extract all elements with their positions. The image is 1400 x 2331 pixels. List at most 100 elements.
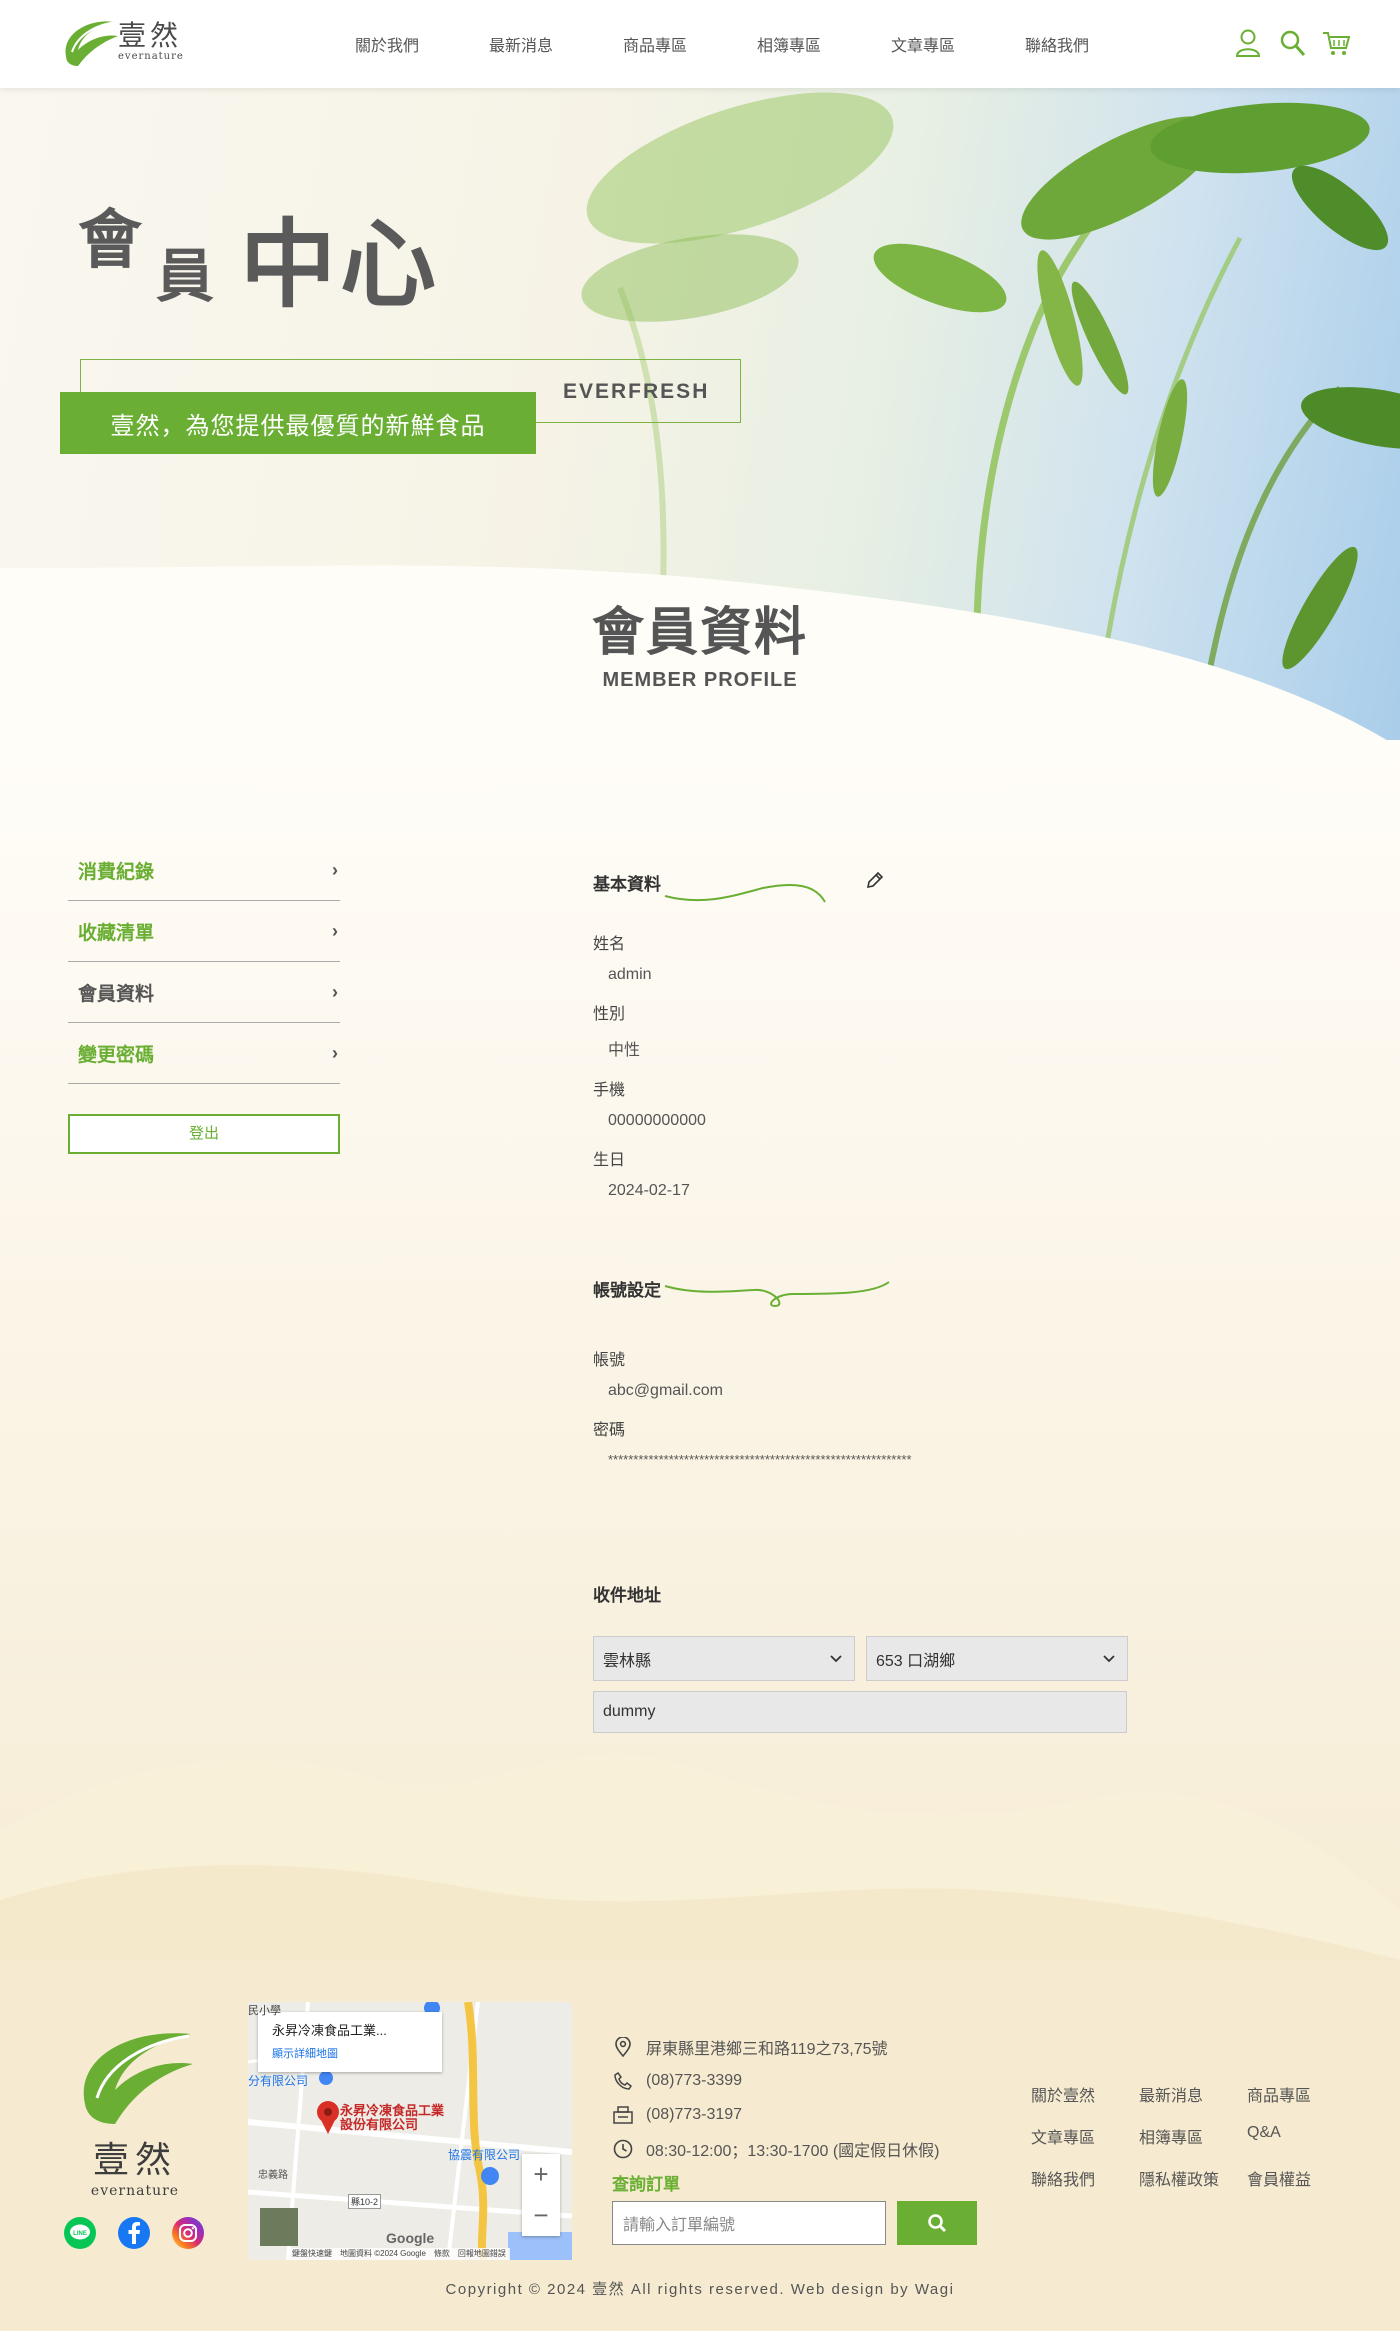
footer-link-articles[interactable]: 文章專區: [1031, 2124, 1139, 2148]
user-icon[interactable]: [1234, 28, 1262, 58]
footer-fax: (08)773-3197: [646, 2106, 743, 2123]
chevron-right-icon: ›: [332, 920, 338, 941]
name-value: admin: [608, 966, 652, 983]
footer-links: 關於壹然 最新消息 商品專區 文章專區 相簿專區 Q&A 聯絡我們 隱私權政策 …: [1031, 2082, 1327, 2190]
county-select[interactable]: 雲林縣: [593, 1636, 855, 1681]
facebook-icon[interactable]: [118, 2217, 150, 2249]
footer-link-album[interactable]: 相簿專區: [1139, 2124, 1247, 2148]
map-pin-label-2: 設份有限公司: [340, 2117, 419, 2133]
leaf-logo-icon: [65, 21, 118, 66]
order-search-button[interactable]: [897, 2201, 977, 2245]
account-heading: 帳號設定: [593, 1281, 661, 1300]
map-pin-label: 永昇冷凍食品工業 設份有限公司: [340, 2103, 445, 2133]
map-popup-link[interactable]: 顯示詳細地圖: [272, 2045, 428, 2061]
sidebar-item-change-password[interactable]: 變更密碼 ›: [68, 1023, 340, 1084]
account-label: 帳號: [593, 1352, 626, 1369]
sidebar-item-label: 收藏清單: [78, 922, 155, 944]
decorative-swirl: [664, 1281, 890, 1308]
footer-link-contact[interactable]: 聯絡我們: [1031, 2166, 1139, 2190]
brand-name-zh: 壹然: [118, 19, 183, 52]
google-map-embed[interactable]: 永昇冷凍食品工業... 顯示詳細地圖 永昇冷凍食品工業 設份有限公司 分有限公司…: [248, 2002, 572, 2260]
map-attribution: 鍵盤快速鍵 地圖資料 ©2024 Google 條款 回報地圖錯誤: [288, 2248, 510, 2260]
footer-link-products[interactable]: 商品專區: [1247, 2082, 1327, 2106]
logout-button[interactable]: 登出: [68, 1114, 340, 1154]
site-footer: 壹然 evernature LINE 永昇冷凍食品工業... 顯示詳細地圖 永昇…: [0, 1960, 1400, 2331]
zoom-out-button[interactable]: −: [522, 2195, 560, 2236]
chevron-right-icon: ›: [332, 859, 338, 880]
search-icon: [928, 2214, 947, 2233]
map-place-label: 協震有限公司: [448, 2148, 521, 2162]
sidebar-item-favorites[interactable]: 收藏清單 ›: [68, 901, 340, 962]
leaf-logo-icon: [83, 2033, 193, 2124]
clock-icon: [612, 2138, 634, 2160]
chevron-right-icon: ›: [332, 981, 338, 1002]
phone-value: 00000000000: [608, 1112, 706, 1129]
birthday-label: 生日: [593, 1152, 626, 1169]
basic-info-heading: 基本資料: [593, 875, 661, 894]
nav-album[interactable]: 相簿專區: [722, 32, 856, 56]
basic-info-header: 基本資料: [593, 840, 1153, 910]
edit-pencil-icon[interactable]: [865, 870, 885, 890]
gender-label: 性別: [593, 1006, 626, 1023]
county-select-value: 雲林縣: [603, 1652, 652, 1670]
fax-icon: [612, 2104, 634, 2126]
copyright-text: Copyright © 2024 壹然 All rights reserved.…: [445, 2281, 955, 2298]
search-icon[interactable]: [1278, 28, 1306, 58]
main-nav: 關於我們 最新消息 商品專區 相簿專區 文章專區 聯絡我們: [320, 0, 1124, 88]
order-lookup-title: 查詢訂單: [612, 2175, 680, 2194]
map-road-label: 縣10-2: [348, 2194, 382, 2209]
order-number-input[interactable]: 請輸入訂單編號: [612, 2201, 886, 2245]
map-place-label: 分有限公司: [248, 2074, 309, 2088]
map-popup-title: 永昇冷凍食品工業...: [272, 2023, 387, 2038]
footer-hours: 08:30-12:00；13:30-1700 (國定假日休假): [646, 2143, 940, 2160]
map-pin-label-1: 永昇冷凍食品工業: [340, 2103, 445, 2118]
nav-products[interactable]: 商品專區: [588, 32, 722, 56]
account-header: 帳號設定: [593, 1276, 1153, 1346]
phone-icon: [612, 2070, 634, 2092]
map-zoom-controls: + −: [522, 2154, 560, 2236]
sidebar-item-label: 會員資料: [78, 983, 155, 1005]
password-label: 密碼: [593, 1422, 626, 1439]
location-pin-icon: [612, 2036, 634, 2058]
district-select-value: 653 口湖鄉: [876, 1652, 956, 1670]
nav-contact[interactable]: 聯絡我們: [990, 32, 1124, 56]
district-select[interactable]: 653 口湖鄉: [866, 1636, 1128, 1681]
section-title-zh: 會員資料: [591, 604, 808, 662]
footer-link-news[interactable]: 最新消息: [1139, 2082, 1247, 2106]
footer-link-qa[interactable]: Q&A: [1247, 2124, 1327, 2148]
footer-address: 屏東縣里港鄉三和路119之73,75號: [646, 2041, 888, 2058]
cart-icon[interactable]: [1322, 28, 1351, 58]
phone-label: 手機: [593, 1082, 626, 1099]
decorative-swirl: [664, 883, 826, 903]
member-sidebar: 消費紀錄 › 收藏清單 › 會員資料 › 變更密碼 › 登出: [68, 840, 340, 1154]
zoom-in-button[interactable]: +: [522, 2154, 560, 2195]
footer-link-member-rights[interactable]: 會員權益: [1247, 2166, 1327, 2190]
google-watermark: Google: [386, 2230, 435, 2246]
sidebar-item-orders[interactable]: 消費紀錄 ›: [68, 840, 340, 901]
line-icon[interactable]: LINE: [64, 2217, 96, 2249]
header-icons: [1234, 28, 1351, 58]
footer-link-about[interactable]: 關於壹然: [1031, 2082, 1139, 2106]
instagram-icon[interactable]: [172, 2217, 204, 2249]
chevron-down-icon: [1103, 1650, 1115, 1668]
sidebar-item-profile[interactable]: 會員資料 ›: [68, 962, 340, 1023]
site-header: 壹然 evernature 關於我們 最新消息 商品專區 相簿專區 文章專區 聯…: [0, 0, 1400, 88]
footer-logo[interactable]: 壹然 evernature: [75, 2020, 195, 2199]
map-place-label: 民小學: [248, 2005, 281, 2017]
footer-phone[interactable]: (08)773-3399: [646, 2072, 742, 2090]
brand-logo[interactable]: 壹然 evernature: [58, 12, 198, 72]
map-road-label: 忠義路: [258, 2170, 288, 2181]
birthday-value: 2024-02-17: [608, 1182, 690, 1199]
password-value: ****************************************…: [608, 1452, 912, 1467]
section-title-en: MEMBER PROFILE: [602, 669, 798, 691]
address-heading: 收件地址: [593, 1586, 661, 1605]
chevron-down-icon: [830, 1650, 842, 1668]
section-heading: 會員資料 MEMBER PROFILE: [0, 590, 1400, 692]
nav-news[interactable]: 最新消息: [454, 32, 588, 56]
name-label: 姓名: [593, 936, 626, 953]
nav-articles[interactable]: 文章專區: [856, 32, 990, 56]
profile-panel: 基本資料 姓名 admin 性別 中性 手機 00000000000 生日 20…: [593, 840, 1153, 1733]
address-detail-input[interactable]: dummy: [593, 1691, 1127, 1733]
footer-link-privacy[interactable]: 隱私權政策: [1139, 2166, 1247, 2190]
nav-about[interactable]: 關於我們: [320, 32, 454, 56]
